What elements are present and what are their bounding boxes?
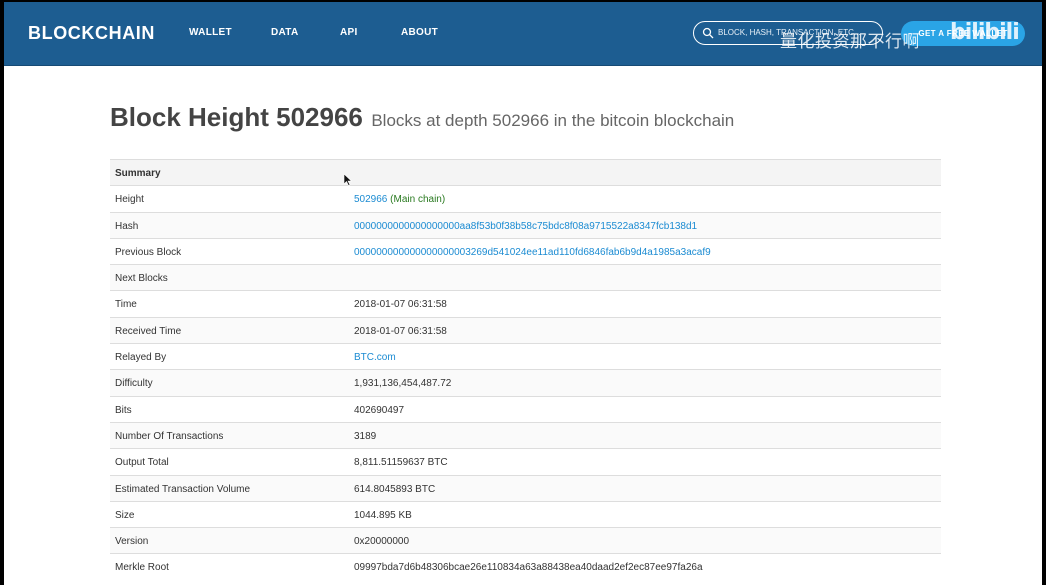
size-value: 1044.895 KB bbox=[354, 509, 412, 521]
table-row: Next Blocks bbox=[110, 264, 941, 291]
row-label: Version bbox=[115, 536, 149, 548]
page: BLOCKCHAIN WALLET DATA API ABOUT BLOCK, … bbox=[4, 2, 1042, 585]
estimated-volume-value: 614.8045893 BTC bbox=[354, 483, 436, 495]
time-value: 2018-01-07 06:31:58 bbox=[354, 299, 447, 311]
mouse-cursor-icon bbox=[344, 174, 352, 186]
row-label: Time bbox=[115, 299, 137, 311]
table-row: Time 2018-01-07 06:31:58 bbox=[110, 290, 941, 316]
table-row: Version 0x20000000 bbox=[110, 527, 941, 554]
row-label: Number Of Transactions bbox=[115, 430, 224, 442]
table-row: Merkle Root 09997bda7d6b48306bcae26e1108… bbox=[110, 553, 941, 579]
table-row: Estimated Transaction Volume 614.8045893… bbox=[110, 474, 941, 501]
brand-logo[interactable]: BLOCKCHAIN bbox=[28, 23, 155, 44]
row-label: Bits bbox=[115, 404, 132, 416]
row-label: Previous Block bbox=[115, 246, 182, 258]
version-value: 0x20000000 bbox=[354, 536, 410, 548]
bits-value: 402690497 bbox=[354, 404, 405, 416]
row-label: Height bbox=[115, 194, 144, 206]
video-watermark: 量化投资那不行啊 bbox=[780, 32, 920, 52]
table-row: Size 1044.895 KB bbox=[110, 500, 941, 527]
table-row: Height 502966 (Main chain) bbox=[110, 185, 941, 211]
row-label: Next Blocks bbox=[115, 273, 168, 285]
nav-link-wallet[interactable]: WALLET bbox=[189, 27, 232, 38]
nav-link-about[interactable]: ABOUT bbox=[401, 27, 438, 38]
row-label: Difficulty bbox=[115, 378, 153, 390]
block-summary-table: Summary Height 502966 (Main chain) Hash … bbox=[110, 159, 941, 580]
page-subtitle: Blocks at depth 502966 in the bitcoin bl… bbox=[371, 111, 735, 130]
previous-block-link[interactable]: 000000000000000000003269d541024ee11ad110… bbox=[354, 247, 711, 258]
row-label: Relayed By bbox=[115, 352, 167, 364]
table-header-row: Summary bbox=[110, 159, 941, 186]
summary-header: Summary bbox=[115, 168, 161, 179]
search-icon bbox=[702, 27, 714, 39]
row-label: Size bbox=[115, 509, 135, 521]
table-row: Output Total 8,811.51159637 BTC bbox=[110, 448, 941, 474]
table-row: Received Time 2018-01-07 06:31:58 bbox=[110, 316, 941, 344]
table-row: Previous Block 000000000000000000003269d… bbox=[110, 237, 941, 264]
row-label: Estimated Transaction Volume bbox=[115, 483, 251, 495]
transaction-count-value: 3189 bbox=[354, 430, 377, 442]
row-label: Hash bbox=[115, 220, 139, 232]
height-link[interactable]: 502966 bbox=[354, 194, 387, 205]
nav-link-data[interactable]: DATA bbox=[271, 27, 299, 38]
page-title: Block Height 502966 bbox=[110, 102, 363, 132]
table-row: Number Of Transactions 3189 bbox=[110, 421, 941, 449]
table-row: Bits 402690497 bbox=[110, 395, 941, 422]
difficulty-value: 1,931,136,454,487.72 bbox=[354, 378, 452, 390]
table-row: Hash 0000000000000000000aa8f53b0f38b58c7… bbox=[110, 211, 941, 238]
page-heading: Block Height 502966 Blocks at depth 5029… bbox=[110, 102, 734, 133]
nav-link-api[interactable]: API bbox=[340, 27, 358, 38]
bilibili-logo: bilibili bbox=[950, 20, 1020, 45]
navbar: BLOCKCHAIN WALLET DATA API ABOUT BLOCK, … bbox=[4, 2, 1042, 66]
main-chain-label: (Main chain) bbox=[390, 194, 446, 206]
row-label: Output Total bbox=[115, 457, 169, 469]
table-row: Relayed By BTC.com bbox=[110, 343, 941, 369]
row-label: Merkle Root bbox=[115, 562, 169, 574]
merkle-root-value: 09997bda7d6b48306bcae26e110834a63a88438e… bbox=[354, 562, 703, 574]
hash-link[interactable]: 0000000000000000000aa8f53b0f38b58c75bdc8… bbox=[354, 221, 697, 232]
output-total-value: 8,811.51159637 BTC bbox=[354, 457, 448, 469]
relayed-by-link[interactable]: BTC.com bbox=[354, 352, 396, 363]
received-time-value: 2018-01-07 06:31:58 bbox=[354, 325, 447, 337]
row-label: Received Time bbox=[115, 325, 182, 337]
table-row: Difficulty 1,931,136,454,487.72 bbox=[110, 369, 941, 396]
